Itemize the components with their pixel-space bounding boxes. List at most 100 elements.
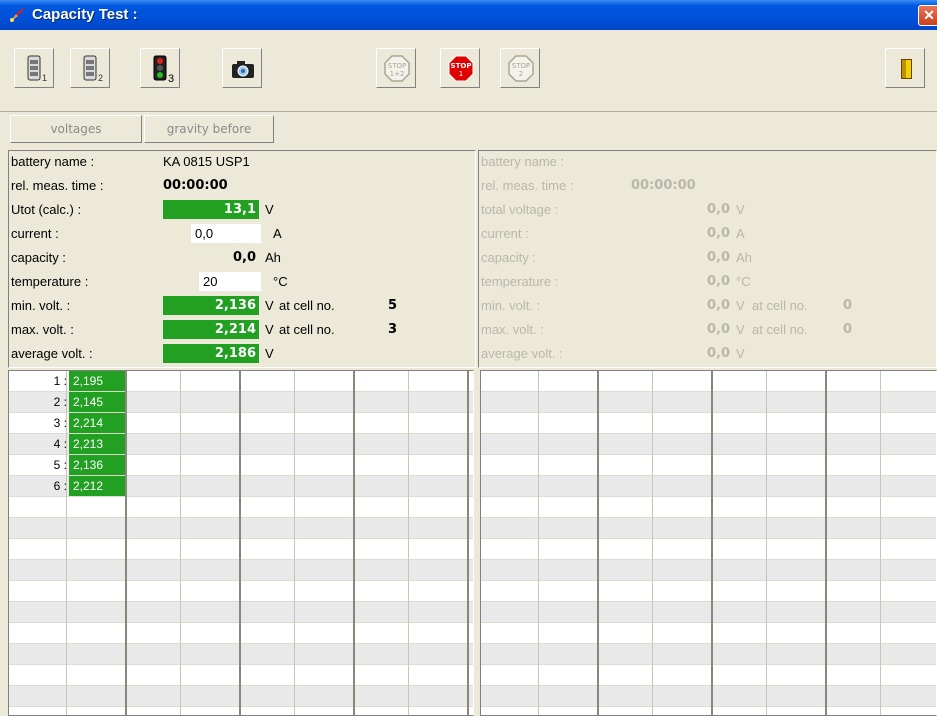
- stop-2-icon: STOP 2: [508, 55, 534, 82]
- grid-column-divider: [652, 371, 653, 715]
- table-row: [481, 602, 936, 623]
- stop-2-sub: 2: [519, 70, 523, 78]
- cell-number: 3 :: [53, 416, 67, 430]
- r-capacity-label: capacity :: [481, 250, 536, 265]
- table-row: [481, 518, 936, 539]
- table-row: [9, 539, 473, 560]
- stop-1-2-sub: 1+2: [390, 70, 405, 78]
- r-current-label: current :: [481, 226, 529, 241]
- table-row: [9, 581, 473, 602]
- tab-voltages[interactable]: voltages: [10, 115, 142, 143]
- cell-number: 1 :: [53, 374, 67, 388]
- stop-1-button[interactable]: STOP 1: [440, 48, 480, 88]
- capacity-unit: Ah: [265, 250, 281, 265]
- table-row: [481, 476, 936, 497]
- r-min-volt-row: min. volt. : 0,0 V at cell no. 0: [481, 295, 936, 317]
- r-total-unit: V: [736, 202, 745, 217]
- utot-unit: V: [265, 202, 274, 217]
- stop-1-icon: STOP 1: [448, 55, 474, 82]
- capacity-value: 0,0: [232, 250, 256, 265]
- app-icon: [10, 8, 24, 22]
- r-battery-name-row: battery name :: [481, 151, 936, 173]
- table-row: 3 :2,214: [9, 413, 473, 434]
- stop-2-button[interactable]: STOP 2: [500, 48, 540, 88]
- stop-1-2-button[interactable]: STOP 1+2: [376, 48, 416, 88]
- r-current-row: current : 0,0 A: [481, 223, 936, 245]
- utot-row: Utot (calc.) : 13,1 V: [11, 199, 475, 221]
- table-row: [481, 644, 936, 665]
- table-row: [481, 455, 936, 476]
- cell-number: 6 :: [53, 479, 67, 493]
- temperature-input[interactable]: 20: [199, 272, 261, 291]
- grid-column-divider: [408, 371, 409, 715]
- table-row: 2 :2,145: [9, 392, 473, 413]
- avg-volt-value: 2,186: [163, 344, 259, 363]
- current-unit: A: [273, 226, 282, 241]
- battery-1-info-panel: battery name : KA 0815 USP1 rel. meas. t…: [8, 150, 476, 368]
- r-min-volt-value: 0,0: [707, 298, 731, 313]
- max-volt-label: max. volt. :: [11, 322, 74, 337]
- r-avg-volt-unit: V: [736, 346, 745, 361]
- cell-voltage-value: 2,145: [69, 392, 125, 412]
- r-temperature-value: 0,0: [707, 274, 731, 289]
- r-temperature-row: temperature : 0,0 °C: [481, 271, 936, 293]
- cell-number: 4 :: [53, 437, 67, 451]
- camera-icon: [232, 61, 254, 78]
- cell-voltage-value: 2,136: [69, 455, 125, 475]
- meas-time-value: 00:00:00: [163, 178, 228, 193]
- grid-column-divider: [180, 371, 181, 715]
- table-row: [9, 665, 473, 686]
- close-icon: ✕: [923, 7, 935, 23]
- temperature-unit: °C: [273, 274, 288, 289]
- r-max-volt-value: 0,0: [707, 322, 731, 337]
- traffic-light-3-button[interactable]: 3: [140, 48, 180, 88]
- table-row: [9, 686, 473, 707]
- grid-column-divider: [597, 371, 599, 715]
- r-temperature-unit: °C: [736, 274, 751, 289]
- r-current-value: 0,0: [707, 226, 731, 241]
- stop-1-2-label: STOP: [388, 62, 406, 70]
- min-cell-value: 5: [388, 298, 398, 313]
- battery-2-button[interactable]: 2: [70, 48, 110, 88]
- cell-number: 2 :: [53, 395, 67, 409]
- table-row: [9, 560, 473, 581]
- tab-gravity-before[interactable]: gravity before: [144, 115, 274, 143]
- meas-time-label: rel. meas. time :: [11, 178, 104, 193]
- current-input[interactable]: 0,0: [191, 224, 261, 243]
- cell-voltage-grid-left[interactable]: 1 :2,195 2 :2,145 3 :2,214 4 :2,213 5 :2,136…: [8, 370, 474, 716]
- table-row: [9, 497, 473, 518]
- min-at-cell-label: at cell no.: [279, 298, 335, 313]
- max-at-cell-label: at cell no.: [279, 322, 335, 337]
- table-row: [9, 518, 473, 539]
- table-row: [481, 434, 936, 455]
- max-cell-value: 3: [388, 322, 398, 337]
- camera-button[interactable]: [222, 48, 262, 88]
- r-avg-volt-row: average volt. : 0,0 V: [481, 343, 936, 365]
- r-temperature-label: temperature :: [481, 274, 559, 289]
- r-min-volt-unit: V: [736, 298, 745, 313]
- grid-column-divider: [880, 371, 881, 715]
- min-volt-unit: V: [265, 298, 274, 313]
- battery-1-button[interactable]: 1: [14, 48, 54, 88]
- r-min-cell-value: 0: [843, 298, 853, 313]
- grid-column-divider: [467, 371, 469, 715]
- cell-voltage-grid-right[interactable]: [480, 370, 937, 716]
- grid-column-divider: [825, 371, 827, 715]
- cell-voltage-value: 2,214: [69, 413, 125, 433]
- r-max-cell-value: 0: [843, 322, 853, 337]
- close-button[interactable]: ✕: [918, 5, 937, 26]
- r-battery-name-label: battery name :: [481, 154, 565, 169]
- table-row: [481, 581, 936, 602]
- temperature-label: temperature :: [11, 274, 89, 289]
- battery-2-sub: 2: [98, 73, 104, 83]
- r-capacity-row: capacity : 0,0 Ah: [481, 247, 936, 269]
- table-row: [481, 560, 936, 581]
- r-meas-time-label: rel. meas. time :: [481, 178, 574, 193]
- capacity-row: capacity : 0,0 Ah: [11, 247, 475, 269]
- grid-column-divider: [125, 371, 127, 715]
- exit-button[interactable]: [885, 48, 925, 88]
- temperature-row: temperature : 20 °C: [11, 271, 475, 293]
- battery-name-label: battery name :: [11, 154, 95, 169]
- r-max-volt-row: max. volt. : 0,0 V at cell no. 0: [481, 319, 936, 341]
- avg-volt-label: average volt. :: [11, 346, 93, 361]
